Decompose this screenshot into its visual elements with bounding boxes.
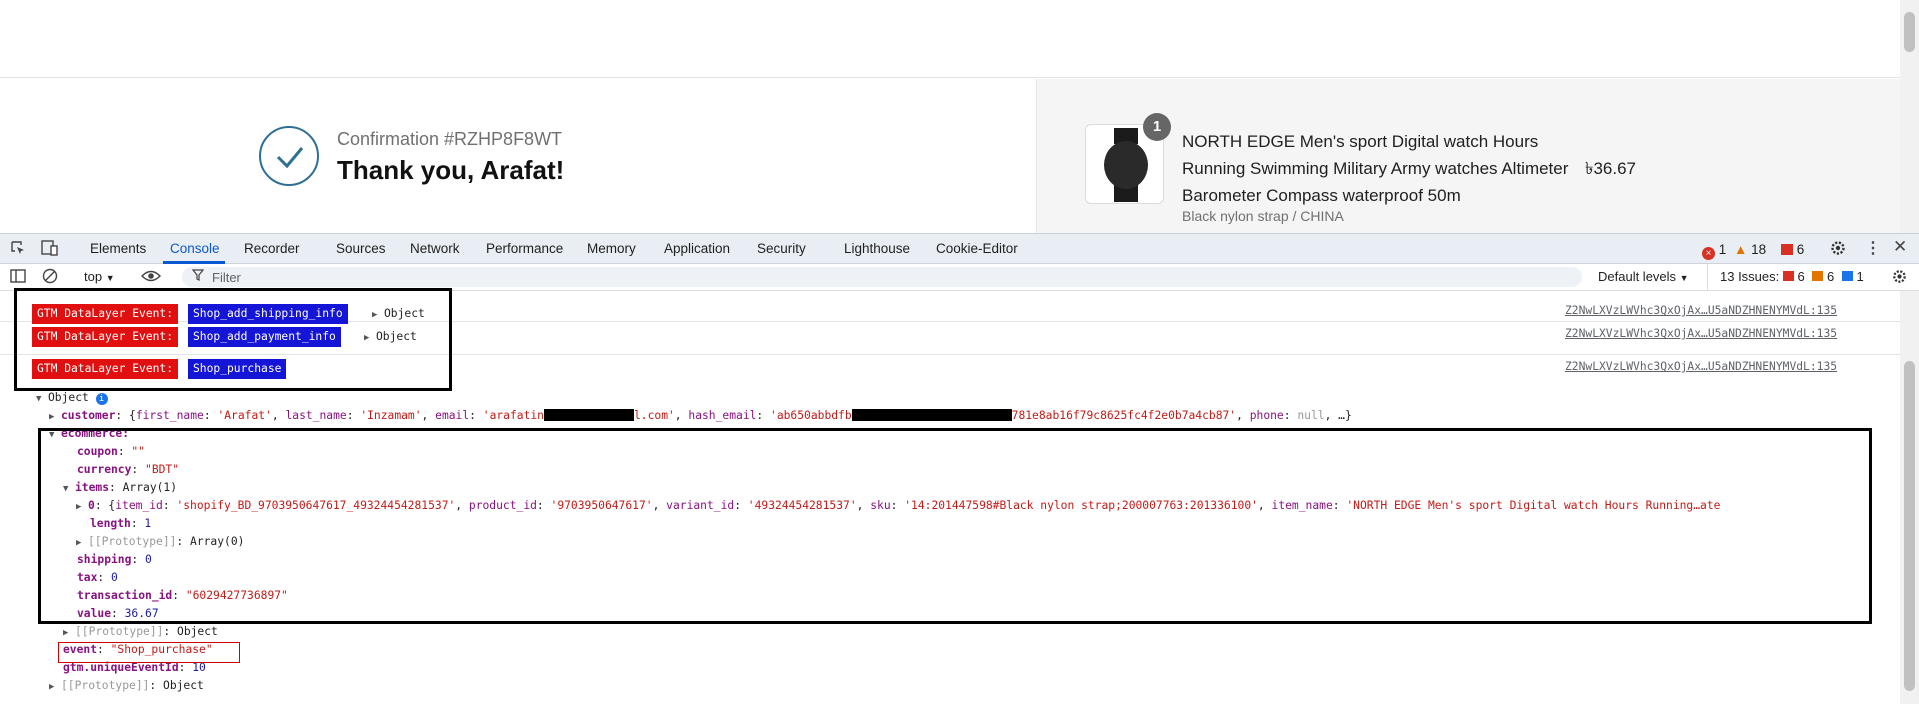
clear-console-icon[interactable] (42, 268, 58, 287)
tree-ecommerce-prototype[interactable]: ▶ [[Prototype]]: Object (63, 625, 218, 638)
expand-arrow-icon: ▶ (63, 628, 69, 638)
close-devtools-icon[interactable]: ✕ (1893, 237, 1907, 257)
tab-lighthouse[interactable]: Lighthouse (844, 241, 910, 256)
tab-recorder[interactable]: Recorder (244, 241, 300, 256)
live-expression-eye-icon[interactable] (141, 268, 161, 287)
page-scrollbar[interactable] (1900, 0, 1919, 233)
context-selector[interactable]: top ▼ (84, 269, 115, 284)
collapse-arrow-icon: ▼ (36, 394, 42, 404)
tab-memory[interactable]: Memory (587, 241, 636, 256)
redaction-bar (543, 409, 634, 421)
tab-performance[interactable]: Performance (486, 241, 563, 256)
check-circle-icon (259, 126, 319, 186)
tab-elements[interactable]: Elements (90, 241, 146, 256)
product-title: NORTH EDGE Men's sport Digital watch Hou… (1182, 132, 1569, 205)
tab-console[interactable]: Console (170, 241, 220, 256)
error-count[interactable]: × 1 (1702, 242, 1726, 260)
device-toolbar-icon[interactable] (41, 240, 59, 259)
tab-application[interactable]: Application (664, 241, 730, 256)
console-scrollbar[interactable] (1900, 291, 1919, 704)
issue-count[interactable]: 6 (1781, 242, 1804, 257)
warning-count[interactable]: ▲ 18 (1734, 242, 1766, 257)
page-scroll-thumb[interactable] (1904, 12, 1915, 52)
watch-face (1104, 141, 1148, 189)
log-levels-dropdown[interactable]: Default levels ▼ (1598, 269, 1689, 284)
chevron-down-icon: ▼ (1679, 273, 1689, 283)
issues-counter[interactable]: 13 Issues: 6 6 1 (1720, 269, 1864, 284)
tab-cookie-editor[interactable]: Cookie-Editor (936, 241, 1018, 256)
tab-security[interactable]: Security (757, 241, 806, 256)
chevron-down-icon: ▼ (105, 273, 115, 283)
tree-root-prototype[interactable]: ▶ [[Prototype]]: Object (49, 679, 204, 692)
issue-info-icon (1841, 271, 1853, 281)
tree-customer[interactable]: ▶ customer: {first_name: 'Arafat', last_n… (49, 409, 1352, 422)
quantity-badge: 1 (1143, 113, 1171, 141)
expand-arrow-icon: ▶ (49, 682, 55, 692)
source-link[interactable]: Z2NwLXVzLWVhc3QxOjAx…U5aNDZHNENYMVdL:135 (1565, 327, 1837, 340)
console-toolbar: top ▼ Filter Default levels ▼ 13 Issues:… (0, 264, 1919, 291)
source-link[interactable]: Z2NwLXVzLWVhc3QxOjAx…U5aNDZHNENYMVdL:135 (1565, 304, 1837, 317)
filter-input[interactable]: Filter (182, 267, 1582, 287)
issue-warning-icon (1812, 271, 1824, 281)
more-options-icon[interactable]: ⋮ (1865, 238, 1881, 258)
error-icon: × (1702, 247, 1715, 260)
issue-error-icon (1782, 271, 1794, 281)
annotation-box-ecommerce (38, 428, 1872, 624)
toolbar-divider (1707, 264, 1708, 290)
annotation-box-event (58, 642, 240, 663)
tab-sources[interactable]: Sources (336, 241, 386, 256)
tree-root[interactable]: ▼ Object i (36, 391, 108, 405)
filter-icon (191, 269, 205, 284)
sidebar-toggle-icon[interactable] (10, 268, 26, 287)
expand-arrow-icon: ▶ (49, 412, 55, 422)
settings-gear-icon[interactable] (1829, 239, 1847, 260)
issue-icon (1781, 244, 1793, 255)
console-settings-icon[interactable] (1891, 268, 1908, 288)
product-variant: Black nylon strap / CHINA (1182, 208, 1344, 224)
inspect-element-icon[interactable] (10, 240, 26, 259)
annotation-box-gtm-events (14, 288, 452, 391)
devtools-tab-bar: Elements Console Recorder Sources Networ… (0, 234, 1919, 264)
filter-placeholder: Filter (212, 270, 241, 285)
confirmation-number: Confirmation #RZHP8F8WT (337, 129, 563, 149)
redaction-bar (851, 409, 1012, 421)
source-link[interactable]: Z2NwLXVzLWVhc3QxOjAx…U5aNDZHNENYMVdL:135 (1565, 360, 1837, 373)
page-header-area (0, 0, 1900, 78)
info-icon: i (95, 393, 108, 405)
tab-network[interactable]: Network (410, 241, 460, 256)
product-price: ৳36.67 (1585, 159, 1637, 178)
console-scroll-thumb[interactable] (1904, 361, 1915, 691)
thank-you-heading: Thank you, Arafat! (337, 155, 565, 185)
warning-icon: ▲ (1734, 242, 1748, 257)
